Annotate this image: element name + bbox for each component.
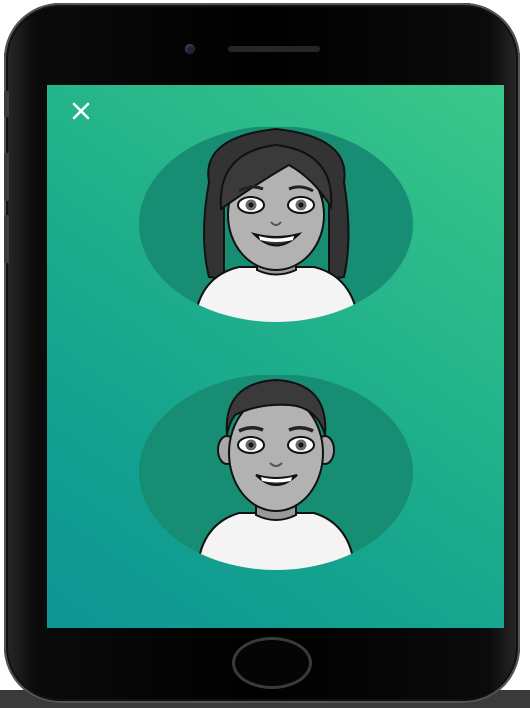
avatar-male-icon: [139, 375, 413, 570]
close-button[interactable]: [69, 99, 93, 123]
side-button-volume-down: [4, 215, 9, 263]
home-button[interactable]: [232, 637, 312, 689]
avatar-female-icon: [139, 127, 413, 322]
earpiece-speaker: [228, 46, 320, 52]
side-button-silent: [4, 91, 9, 117]
canvas: [0, 0, 530, 708]
app-screen: [47, 85, 504, 628]
female-avatar-option[interactable]: [139, 127, 414, 322]
front-camera: [185, 44, 195, 54]
side-button-volume-up: [4, 153, 9, 201]
male-avatar-option[interactable]: [139, 375, 414, 570]
close-icon: [72, 102, 90, 120]
phone-frame: [4, 3, 520, 703]
